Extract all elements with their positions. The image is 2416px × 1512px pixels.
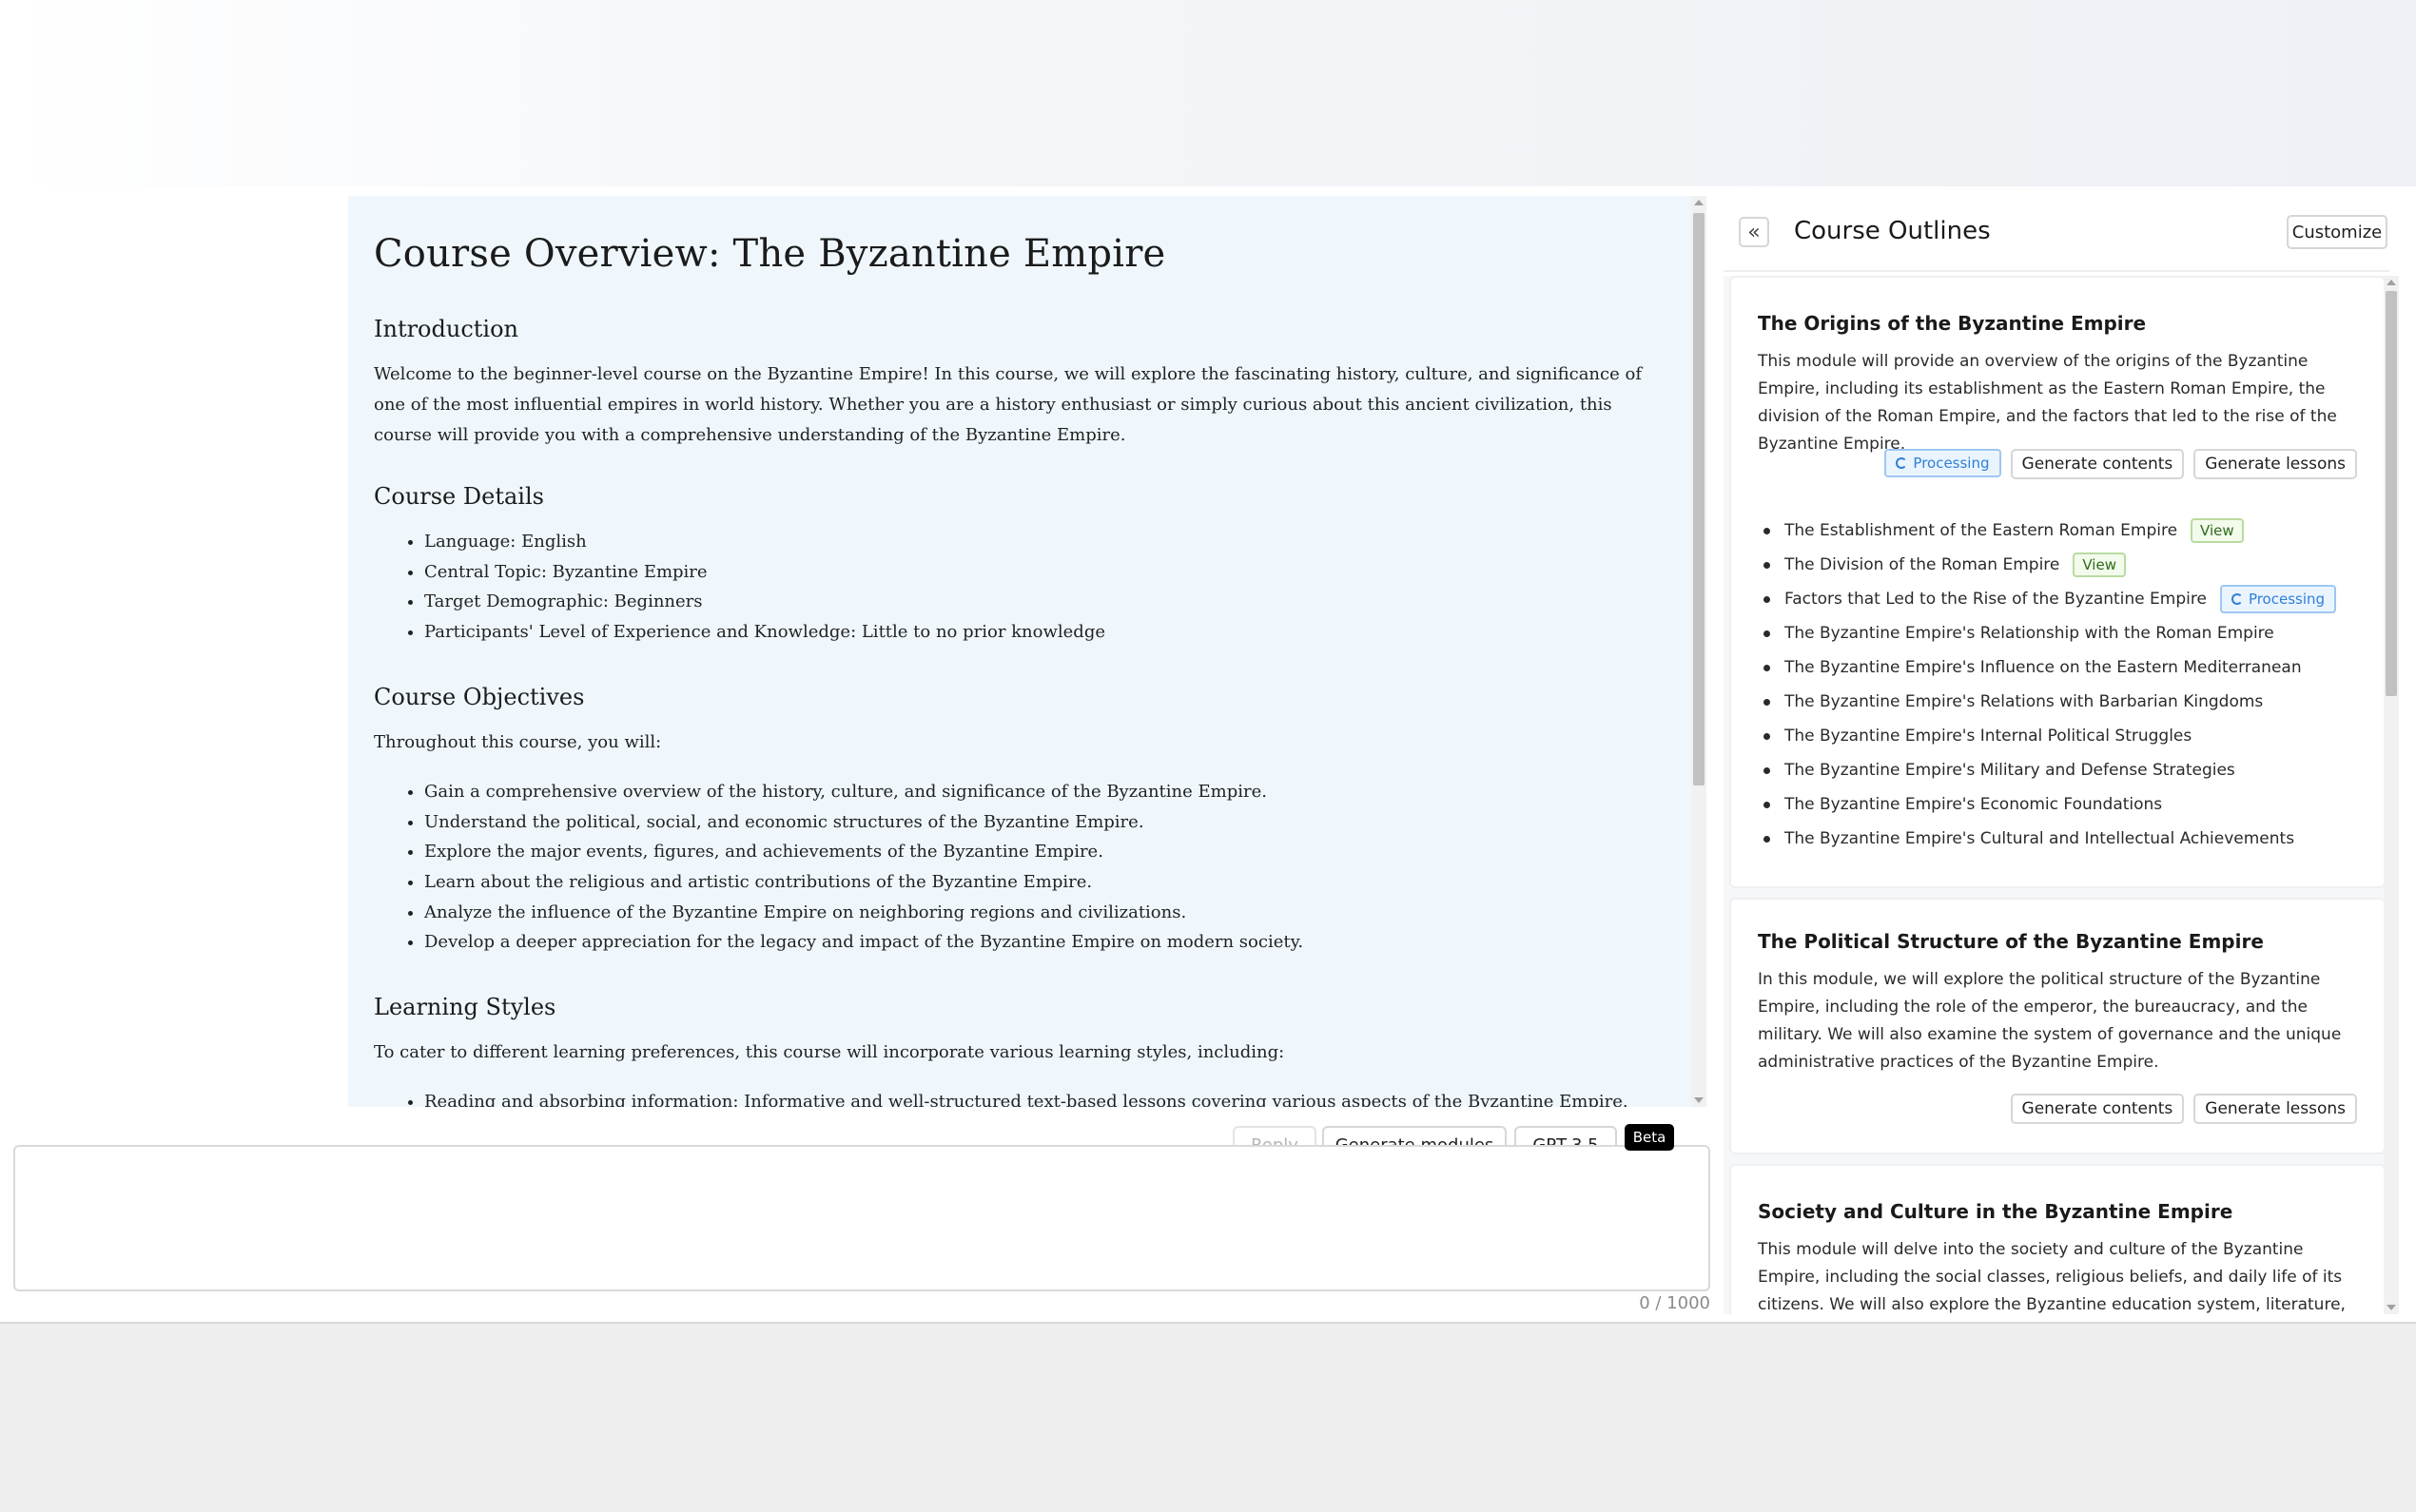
module-actions: Processing Generate contents Generate le… <box>1884 449 2357 479</box>
module-title: The Origins of the Byzantine Empire <box>1758 312 2147 335</box>
customize-button[interactable]: Customize <box>2287 215 2387 249</box>
lesson-item: The Byzantine Empire's Cultural and Inte… <box>1763 822 2336 856</box>
lesson-title: The Byzantine Empire's Relations with Ba… <box>1784 692 2264 711</box>
objectives-intro: Throughout this course, you will: <box>374 731 662 752</box>
learning-styles-list: Reading and absorbing information: Infor… <box>374 1087 1665 1107</box>
collapse-panel-icon[interactable]: « <box>1739 217 1769 247</box>
module-card: Society and Culture in the Byzantine Emp… <box>1729 1164 2386 1314</box>
view-lesson-button[interactable]: View <box>2191 518 2244 543</box>
lesson-item: The Byzantine Empire's Influence on the … <box>1763 650 2336 685</box>
lesson-item: The Byzantine Empire's Relationship with… <box>1763 616 2336 650</box>
character-counter: 0 / 1000 <box>1639 1293 1710 1313</box>
course-outlines-list: The Origins of the Byzantine Empire This… <box>1724 276 2389 1314</box>
lesson-item: Factors that Led to the Rise of the Byza… <box>1763 582 2337 616</box>
generate-lessons-button[interactable]: Generate lessons <box>2193 449 2357 479</box>
top-header-band <box>0 0 2416 186</box>
list-item: Learn about the religious and artistic c… <box>424 867 1665 898</box>
list-item: Develop a deeper appreciation for the le… <box>424 927 1665 958</box>
module-title: The Political Structure of the Byzantine… <box>1758 930 2264 953</box>
processing-label: Processing <box>2248 591 2326 608</box>
introduction-paragraph: Welcome to the beginner-level course on … <box>374 364 1642 445</box>
lesson-item: The Byzantine Empire's Military and Defe… <box>1763 753 2336 787</box>
course-objectives-list: Gain a comprehensive overview of the his… <box>374 777 1665 958</box>
lesson-title: The Division of the Roman Empire <box>1784 555 2060 574</box>
learning-styles-heading: Learning Styles <box>374 994 556 1021</box>
document-scrollbar[interactable] <box>1691 196 1706 1107</box>
lesson-title: The Byzantine Empire's Relationship with… <box>1784 624 2274 643</box>
module-description: In this module, we will explore the poli… <box>1758 970 2342 1072</box>
module-actions: Generate contents Generate lessons <box>2010 1094 2357 1124</box>
course-overview-document: Course Overview: The Byzantine Empire In… <box>348 196 1691 1107</box>
module-description: This module will delve into the society … <box>1758 1240 2346 1314</box>
list-item: Participants' Level of Experience and Kn… <box>424 617 1665 648</box>
scroll-up-icon[interactable] <box>2387 280 2396 285</box>
outline-scrollbar[interactable] <box>2384 276 2399 1314</box>
generate-contents-button[interactable]: Generate contents <box>2010 449 2185 479</box>
lesson-item: The Byzantine Empire's Economic Foundati… <box>1763 787 2336 822</box>
spinner-icon <box>2231 593 2243 605</box>
list-item: Central Topic: Byzantine Empire <box>424 557 1665 588</box>
course-details-heading: Course Details <box>374 483 544 510</box>
list-item: Target Demographic: Beginners <box>424 587 1665 617</box>
lesson-title: Factors that Led to the Rise of the Byza… <box>1784 590 2207 609</box>
list-item: Explore the major events, figures, and a… <box>424 837 1665 867</box>
list-item: Gain a comprehensive overview of the his… <box>424 777 1665 807</box>
lesson-list: The Establishment of the Eastern Roman E… <box>1763 514 2337 856</box>
module-title: Society and Culture in the Byzantine Emp… <box>1758 1200 2233 1223</box>
generate-contents-button[interactable]: Generate contents <box>2010 1094 2185 1124</box>
scrollbar-thumb[interactable] <box>2386 291 2397 696</box>
lesson-item: The Division of the Roman Empire View <box>1763 548 2336 582</box>
list-item: Understand the political, social, and ec… <box>424 807 1665 838</box>
introduction-heading: Introduction <box>374 316 518 342</box>
lesson-title: The Establishment of the Eastern Roman E… <box>1784 521 2178 540</box>
lesson-item: The Establishment of the Eastern Roman E… <box>1763 514 2336 548</box>
spinner-icon <box>1896 457 1908 469</box>
scroll-down-icon[interactable] <box>1694 1097 1704 1103</box>
lesson-title: The Byzantine Empire's Internal Politica… <box>1784 727 2192 746</box>
panel-title: Course Outlines <box>1794 217 1991 245</box>
course-objectives-heading: Course Objectives <box>374 683 585 710</box>
learning-styles-intro: To cater to different learning preferenc… <box>374 1042 1285 1063</box>
scroll-down-icon[interactable] <box>2387 1305 2396 1310</box>
lesson-title: The Byzantine Empire's Cultural and Inte… <box>1784 829 2295 848</box>
processing-label: Processing <box>1913 455 1990 472</box>
scrollbar-thumb[interactable] <box>1693 213 1705 785</box>
document-title: Course Overview: The Byzantine Empire <box>374 232 1166 276</box>
scroll-up-icon[interactable] <box>1694 200 1704 205</box>
lesson-title: The Byzantine Empire's Influence on the … <box>1784 658 2302 677</box>
message-input[interactable] <box>13 1145 1710 1291</box>
generate-lessons-button[interactable]: Generate lessons <box>2193 1094 2357 1124</box>
course-details-list: Language: English Central Topic: Byzanti… <box>374 527 1665 648</box>
list-item: Analyze the influence of the Byzantine E… <box>424 898 1665 928</box>
module-card: The Origins of the Byzantine Empire This… <box>1729 276 2386 888</box>
processing-badge: Processing <box>1884 449 2001 477</box>
lesson-title: The Byzantine Empire's Military and Defe… <box>1784 761 2235 780</box>
course-outlines-header: « Course Outlines Customize <box>1724 198 2389 272</box>
module-card: The Political Structure of the Byzantine… <box>1729 898 2386 1154</box>
beta-badge: Beta <box>1625 1124 1674 1151</box>
list-item: Language: English <box>424 527 1665 557</box>
bottom-band <box>0 1322 2416 1512</box>
lesson-title: The Byzantine Empire's Economic Foundati… <box>1784 795 2163 814</box>
lesson-processing-badge: Processing <box>2219 585 2337 613</box>
module-description: This module will provide an overview of … <box>1758 352 2337 454</box>
list-item: Reading and absorbing information: Infor… <box>424 1087 1665 1107</box>
view-lesson-button[interactable]: View <box>2073 552 2126 577</box>
lesson-item: The Byzantine Empire's Relations with Ba… <box>1763 685 2336 719</box>
lesson-item: The Byzantine Empire's Internal Politica… <box>1763 719 2336 753</box>
